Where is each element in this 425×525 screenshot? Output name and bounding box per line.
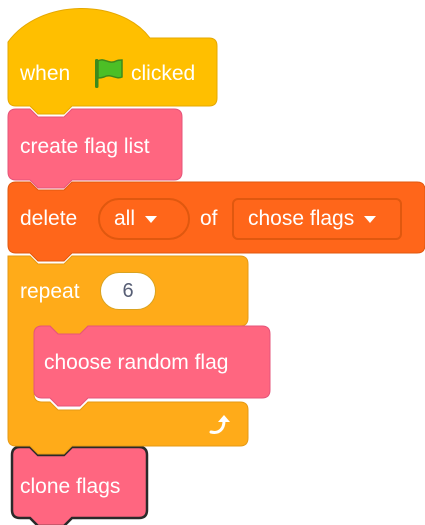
green-flag-icon [95, 59, 123, 88]
list-dropdown[interactable]: chose flags [232, 198, 402, 240]
clicked-label: clicked [131, 62, 196, 85]
chevron-down-icon [145, 215, 158, 223]
create-flag-list-label: create flag list [20, 135, 150, 158]
delete-label: delete [20, 207, 78, 230]
chevron-down-icon [364, 215, 377, 223]
list-dropdown-value: chose flags [248, 207, 355, 230]
clone-flags-label: clone flags [20, 475, 121, 498]
code-area: when clicked create flag list delete all… [0, 0, 425, 525]
index-dropdown[interactable]: all [98, 198, 190, 240]
of-label: of [200, 207, 218, 230]
repeat-count-input[interactable]: 6 [100, 272, 156, 310]
index-dropdown-value: all [114, 207, 136, 230]
when-label: when [20, 62, 71, 85]
repeat-label: repeat [20, 280, 80, 303]
loop-arrow-icon [209, 415, 230, 434]
choose-random-flag-label: choose random flag [44, 351, 229, 374]
